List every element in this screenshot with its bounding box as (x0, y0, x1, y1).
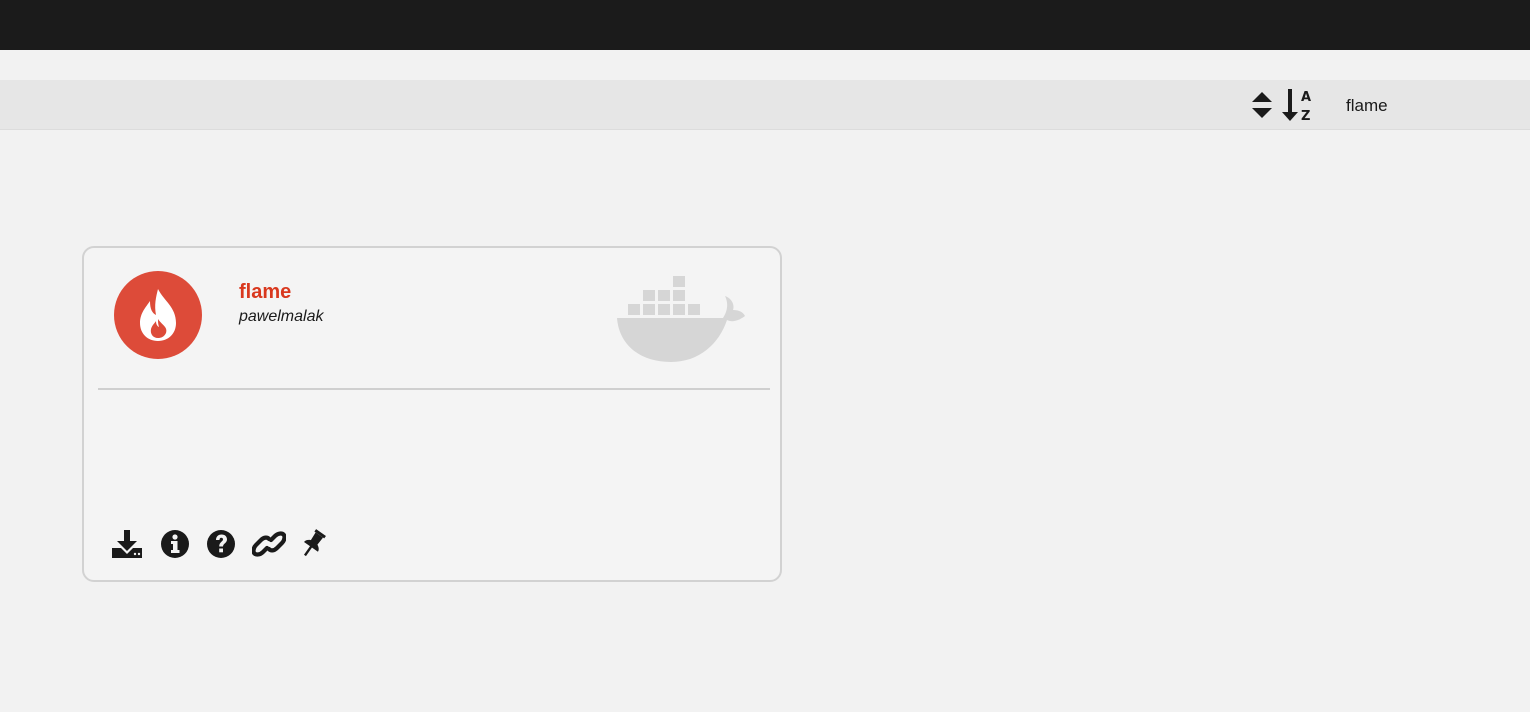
install-icon (112, 530, 142, 558)
sort-updown-icon (1252, 92, 1272, 118)
app-author: pawelmalak (239, 308, 324, 325)
link-button[interactable] (252, 526, 286, 562)
top-bar (0, 0, 1530, 50)
link-icon (252, 531, 286, 557)
pin-icon (303, 529, 326, 557)
install-button[interactable] (110, 526, 144, 562)
app-name[interactable]: flame (239, 280, 291, 304)
docker-whale-icon (615, 272, 747, 366)
sort-alpha-down-icon: A Z (1282, 89, 1311, 124)
flame-logo-icon (114, 271, 202, 359)
sort-alpha-button[interactable]: A Z (1282, 86, 1318, 124)
svg-text:A: A (1301, 90, 1311, 105)
help-button[interactable] (204, 526, 238, 562)
card-divider (98, 388, 770, 390)
svg-text:Z: Z (1301, 109, 1310, 124)
info-button[interactable] (158, 526, 192, 562)
pin-button[interactable] (296, 526, 330, 562)
app-card: flame pawelmalak (82, 246, 782, 582)
info-icon (161, 530, 189, 558)
sort-order-button[interactable] (1249, 90, 1275, 120)
search-input[interactable]: flame (1346, 95, 1388, 117)
help-icon (207, 530, 235, 558)
